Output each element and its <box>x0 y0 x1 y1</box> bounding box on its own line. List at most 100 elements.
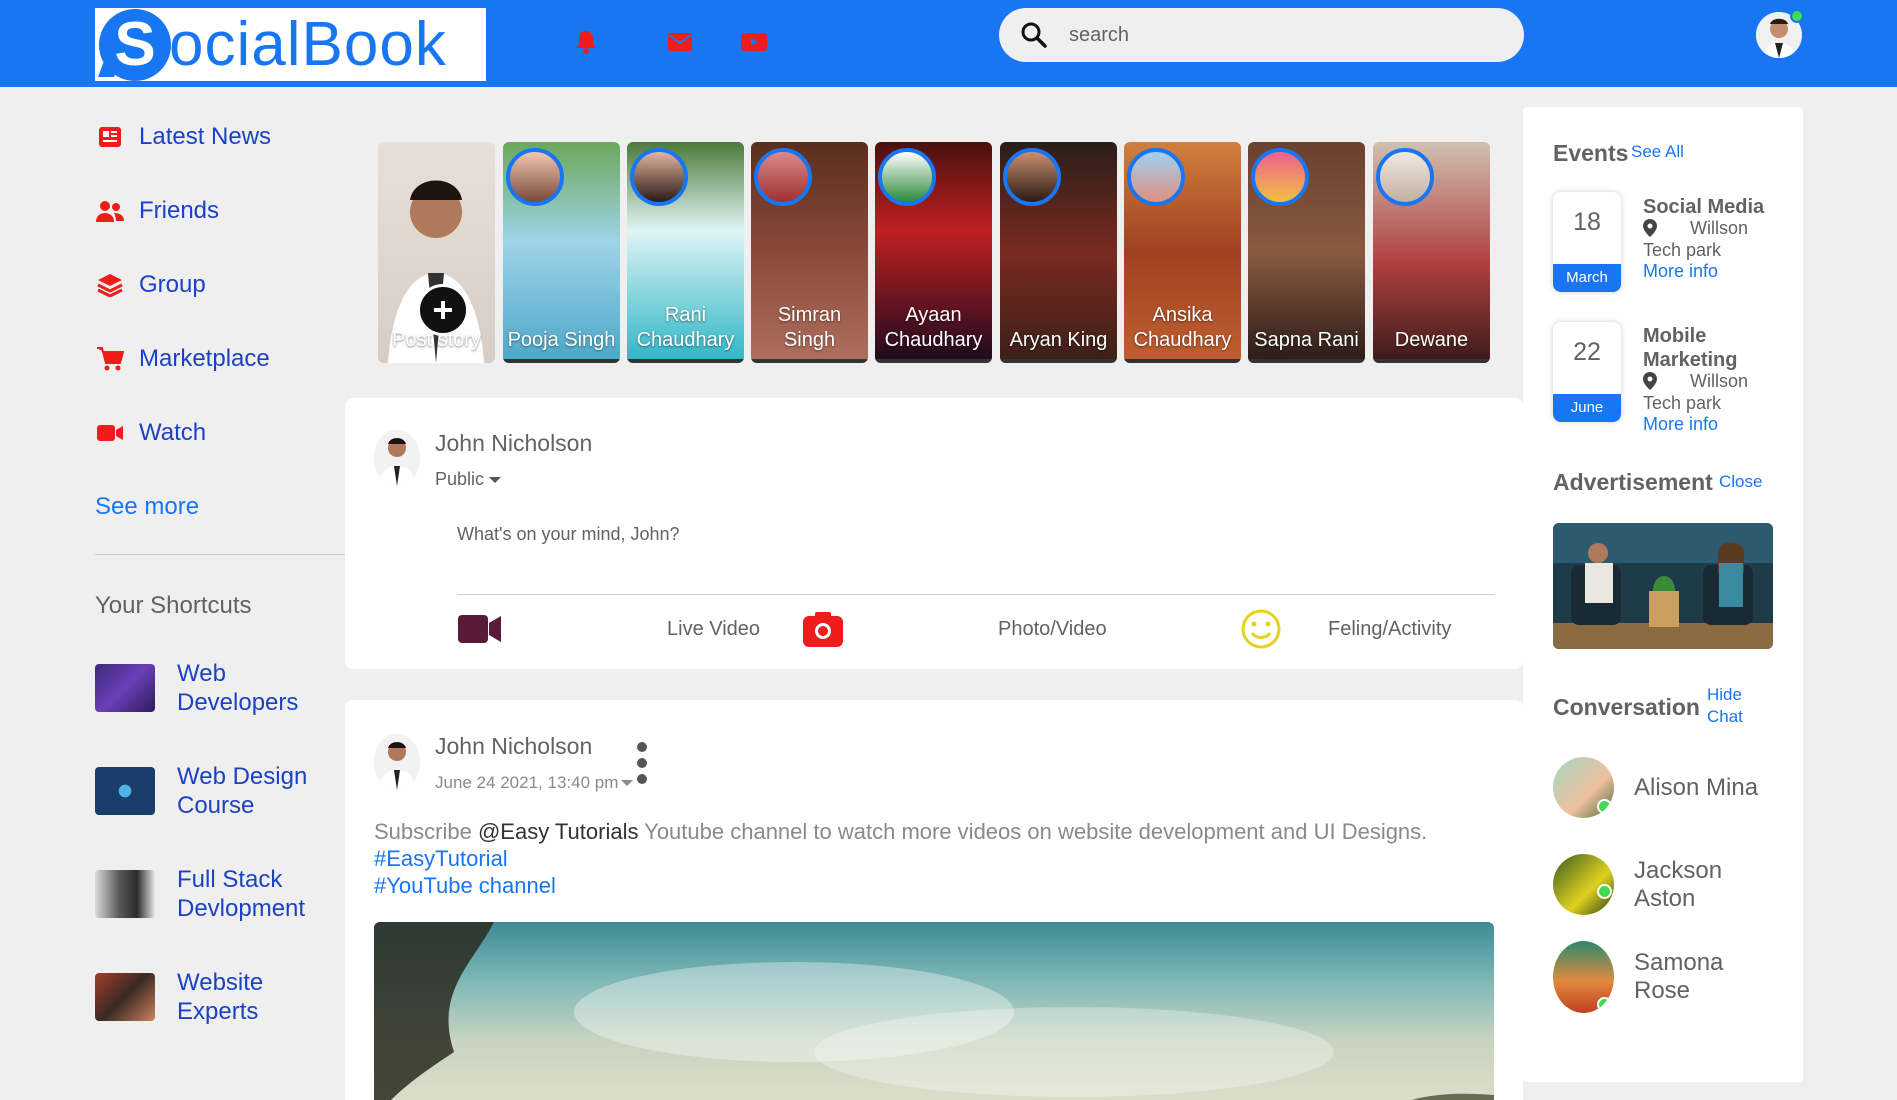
event-location: Tech park <box>1643 393 1722 413</box>
contact-avatar <box>1553 941 1614 1013</box>
sidebar-item-friends[interactable]: Friends <box>95 174 345 248</box>
logo-text: ocialBook <box>169 10 447 79</box>
contact-name: Jackson Aston <box>1634 856 1723 912</box>
see-more-link[interactable]: See more <box>95 470 345 544</box>
sidebar-item-latest-news[interactable]: Latest News <box>95 100 345 174</box>
story-bottom-bar <box>875 359 992 363</box>
story-name: Sapna Rani <box>1254 329 1359 351</box>
contact-item[interactable]: Alison Mina <box>1553 757 1774 818</box>
story-bottom-bar <box>1124 359 1241 363</box>
post-input-placeholder[interactable]: What's on your mind, John? <box>457 524 680 545</box>
story-avatar <box>1376 148 1434 206</box>
shortcut-website-experts[interactable]: Website Experts <box>95 968 327 1026</box>
post-date: June 24 2021, 13:40 pm <box>435 773 619 792</box>
advertisement-image[interactable] <box>1553 523 1773 649</box>
post-author-avatar <box>374 734 420 790</box>
shortcut-thumbnail <box>95 870 155 918</box>
story-item[interactable]: Aryan King <box>1000 142 1117 363</box>
close-ad-link[interactable]: Close <box>1719 472 1762 492</box>
post-mention[interactable]: @Easy Tutorials <box>478 819 639 844</box>
contact-item[interactable]: Samona Rose <box>1553 941 1774 1013</box>
event-title: Mobile Marketing <box>1643 325 1738 371</box>
smile-icon[interactable] <box>1240 608 1282 655</box>
story-avatar <box>1127 148 1185 206</box>
news-icon <box>95 122 125 152</box>
hashtag[interactable]: #YouTube channel <box>374 872 556 899</box>
hide-chat-link[interactable]: Hide <box>1707 685 1742 705</box>
online-indicator <box>1790 9 1804 23</box>
more-info-link[interactable]: More info <box>1643 261 1718 282</box>
shortcut-web-developers[interactable]: Web Developers <box>95 659 327 717</box>
more-info-link[interactable]: More info <box>1643 414 1718 435</box>
story-name: Simran Singh <box>777 304 842 351</box>
story-item[interactable]: Simran Singh <box>751 142 868 363</box>
story-item[interactable]: Dewane <box>1373 142 1490 363</box>
sidebar-item-watch[interactable]: Watch <box>95 396 345 470</box>
contact-name: Samona Rose <box>1634 949 1724 1004</box>
sidebar-item-label: Group <box>139 271 206 298</box>
post-text-prefix: Subscribe <box>374 819 478 844</box>
story-name: Ayaan Chaudhary <box>884 304 983 351</box>
shortcut-thumbnail <box>95 973 155 1021</box>
shortcut-web-design-course[interactable]: Web Design Course <box>95 762 327 820</box>
caret-down-icon <box>489 476 502 483</box>
story-item[interactable]: Ansika Chaudhary <box>1124 142 1241 363</box>
story-item[interactable]: Rani Chaudhary <box>627 142 744 363</box>
story-bottom-bar <box>503 359 620 363</box>
camera-icon[interactable] <box>802 610 844 653</box>
online-indicator <box>1597 799 1612 814</box>
contact-item[interactable]: Jackson Aston <box>1553 854 1774 915</box>
sidebar-item-marketplace[interactable]: Marketplace <box>95 322 345 396</box>
privacy-label: Public <box>435 469 485 489</box>
hide-chat-link[interactable]: Chat <box>1707 707 1743 727</box>
story-bottom-bar <box>751 359 868 363</box>
feeling-activity-button[interactable]: Feling/Activity <box>1328 618 1451 641</box>
privacy-selector[interactable]: Public <box>435 469 502 490</box>
search-input[interactable] <box>1069 23 1489 47</box>
post-text: Subscribe @Easy Tutorials Youtube channe… <box>374 818 1494 845</box>
sidebar-item-label: Watch <box>139 419 207 446</box>
live-video-button[interactable]: Live Video <box>667 618 760 641</box>
friends-icon <box>95 196 125 226</box>
post-image[interactable] <box>374 922 1494 1100</box>
see-all-link[interactable]: See All <box>1631 142 1684 162</box>
contact-avatar <box>1553 854 1614 915</box>
search-icon <box>1021 22 1047 48</box>
story-name: Dewane <box>1394 329 1469 351</box>
sidebar-item-label: Latest News <box>139 123 272 150</box>
more-options-icon[interactable] <box>635 740 649 791</box>
online-indicator <box>1597 997 1612 1012</box>
story-item[interactable]: Sapna Rani <box>1248 142 1365 363</box>
sidebar-item-label: Marketplace <box>139 345 270 372</box>
story-name: Post story <box>392 329 481 351</box>
logo-mark: S <box>99 8 171 81</box>
story-name: Pooja Singh <box>507 329 616 351</box>
event-location: Willson <box>1690 371 1749 391</box>
sidebar-item-group[interactable]: Group <box>95 248 345 322</box>
shortcuts-title: Your Shortcuts <box>95 592 252 619</box>
location-pin-icon <box>1643 219 1657 237</box>
sidebar-item-label: Friends <box>139 197 220 224</box>
shortcut-full-stack[interactable]: Full Stack Devlopment <box>95 865 327 923</box>
logo[interactable]: S ocialBook <box>95 8 486 81</box>
group-icon <box>95 270 125 300</box>
bell-icon[interactable] <box>572 28 600 56</box>
event-date-badge: 18 March <box>1553 192 1621 292</box>
online-indicator <box>1597 884 1612 899</box>
post-author-name: John Nicholson <box>435 733 593 759</box>
story-bottom-bar <box>1000 359 1117 363</box>
shortcut-label: Web Developers <box>177 660 299 716</box>
caret-down-icon[interactable] <box>620 778 634 788</box>
video-camera-icon[interactable] <box>457 613 503 650</box>
inbox-icon[interactable] <box>666 28 694 56</box>
story-own[interactable]: Post story <box>378 142 495 363</box>
divider <box>457 594 1495 595</box>
hashtag[interactable]: #EasyTutorial <box>374 845 508 872</box>
story-item[interactable]: Pooja Singh <box>503 142 620 363</box>
video-icon[interactable] <box>740 28 768 56</box>
photo-video-button[interactable]: Photo/Video <box>998 618 1107 641</box>
event-date-badge: 22 June <box>1553 322 1621 422</box>
search-bar[interactable] <box>999 8 1524 62</box>
story-item[interactable]: Ayaan Chaudhary <box>875 142 992 363</box>
shortcut-label: Website Experts <box>177 969 264 1025</box>
